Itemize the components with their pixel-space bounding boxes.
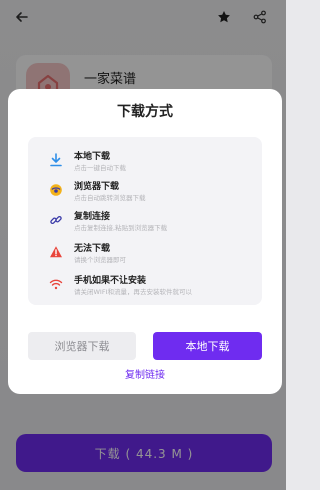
option-copy-link: 复制连接 点击复制连接,粘贴到浏览器下载 <box>28 207 262 237</box>
warning-icon <box>48 244 64 260</box>
dialog-title: 下载方式 <box>117 104 173 120</box>
option-cannot-download: 无法下载 请换个浏览器即可 <box>28 239 262 269</box>
option-title: 浏览器下载 <box>74 182 120 192</box>
option-install-blocked: 手机如果不让安装 请关闭WIFI和流量，再去安装软件就可以 <box>28 271 262 301</box>
option-title: 无法下载 <box>74 244 111 254</box>
option-browser-download: 浏览器下载 点击自动跳转浏览器下载 <box>28 177 262 207</box>
wifi-icon <box>48 276 64 292</box>
option-desc: 请换个浏览器即可 <box>74 256 126 264</box>
option-desc: 请关闭WIFI和流量，再去安装软件就可以 <box>74 288 192 296</box>
download-method-dialog: 下载方式 本地下载 点击一键自动下载 浏览器下载 点击自动跳转浏览器下载 复制连… <box>8 89 282 394</box>
option-desc: 点击复制连接,粘贴到浏览器下载 <box>74 224 168 232</box>
browser-icon <box>48 182 64 198</box>
browser-download-button[interactable]: 浏览器下载 <box>28 332 136 360</box>
download-arrow-icon <box>48 152 64 168</box>
copy-link-button[interactable]: 复制链接 <box>8 366 282 381</box>
option-local-download: 本地下载 点击一键自动下载 <box>28 147 262 177</box>
option-title: 手机如果不让安装 <box>74 276 147 286</box>
option-title: 本地下载 <box>74 152 111 162</box>
option-desc: 点击自动跳转浏览器下载 <box>74 194 146 202</box>
download-options-panel: 本地下载 点击一键自动下载 浏览器下载 点击自动跳转浏览器下载 复制连接 点击复… <box>28 137 262 305</box>
local-download-button[interactable]: 本地下载 <box>153 332 262 360</box>
link-icon <box>48 212 64 228</box>
option-title: 复制连接 <box>74 212 111 222</box>
option-desc: 点击一键自动下载 <box>74 164 126 172</box>
